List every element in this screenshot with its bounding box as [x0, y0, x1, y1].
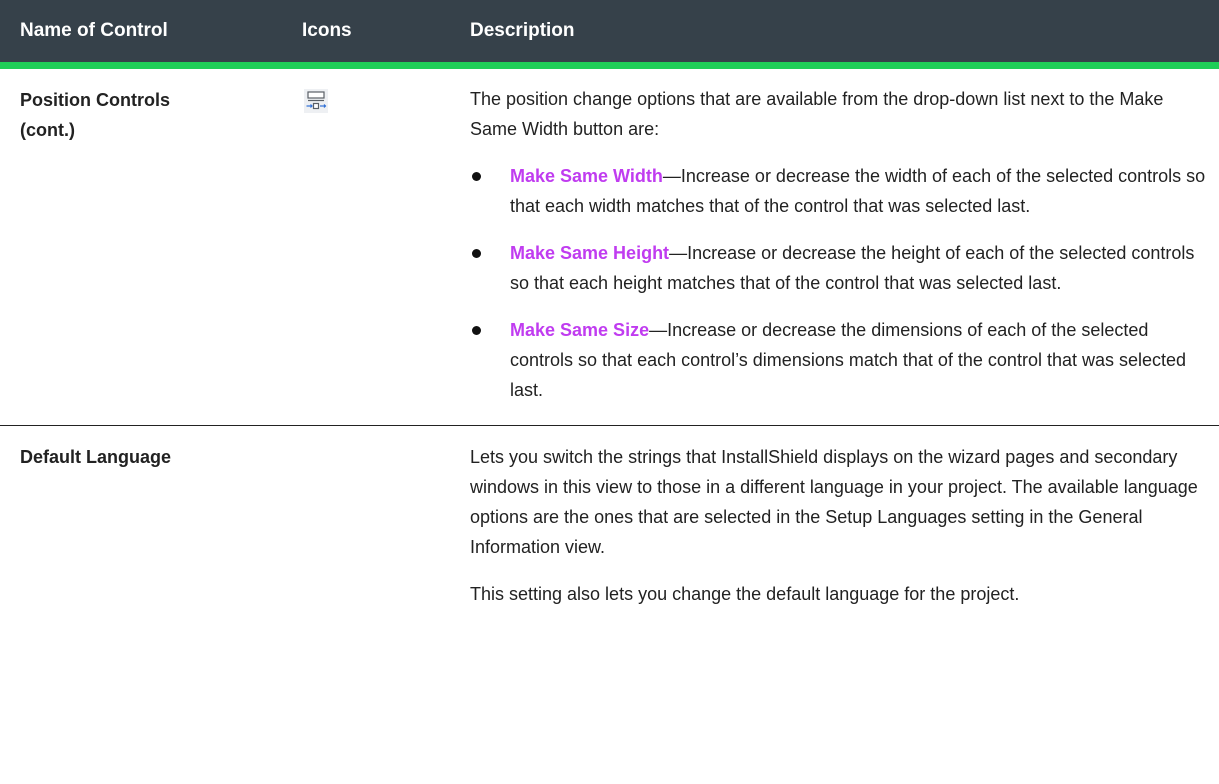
term-make-same-size: Make Same Size — [510, 320, 650, 340]
description-paragraph: This setting also lets you change the de… — [470, 584, 1020, 604]
header-description: Description — [450, 0, 1219, 69]
header-icons: Icons — [280, 0, 450, 69]
description-intro: The position change options that are ava… — [470, 89, 1164, 139]
control-name-cell: Position Controls (cont.) — [0, 65, 280, 426]
bullet-icon — [472, 249, 481, 258]
icon-cell-empty — [280, 426, 450, 610]
position-options-list: Make Same Width—Increase or decrease the… — [470, 161, 1207, 405]
controls-table: Name of Control Icons Description Positi… — [0, 0, 1219, 609]
bullet-icon — [472, 326, 481, 335]
term-make-same-height: Make Same Height — [510, 243, 670, 263]
control-name-line2: (cont.) — [20, 120, 75, 140]
table-row-position-controls: Position Controls (cont.) The position c… — [0, 65, 1219, 426]
table-row-default-language: Default Language Lets you switch the str… — [0, 426, 1219, 610]
list-item: Make Same Size—Increase or decrease the … — [470, 315, 1207, 405]
list-item: Make Same Height—Increase or decrease th… — [470, 238, 1207, 298]
table-header-row: Name of Control Icons Description — [0, 0, 1219, 69]
control-name-cell: Default Language — [20, 447, 172, 467]
list-item: Make Same Width—Increase or decrease the… — [470, 161, 1207, 221]
bullet-icon — [472, 172, 481, 181]
description-cell: The position change options that are ava… — [450, 65, 1219, 426]
control-name-line1: Position Controls — [20, 90, 170, 110]
icon-cell — [280, 65, 450, 426]
header-name-of-control: Name of Control — [0, 0, 280, 69]
description-paragraph: Lets you switch the strings that Install… — [470, 447, 1198, 557]
description-cell: Lets you switch the strings that Install… — [450, 426, 1219, 610]
make-same-width-icon — [304, 89, 328, 113]
term-make-same-width: Make Same Width — [510, 166, 663, 186]
